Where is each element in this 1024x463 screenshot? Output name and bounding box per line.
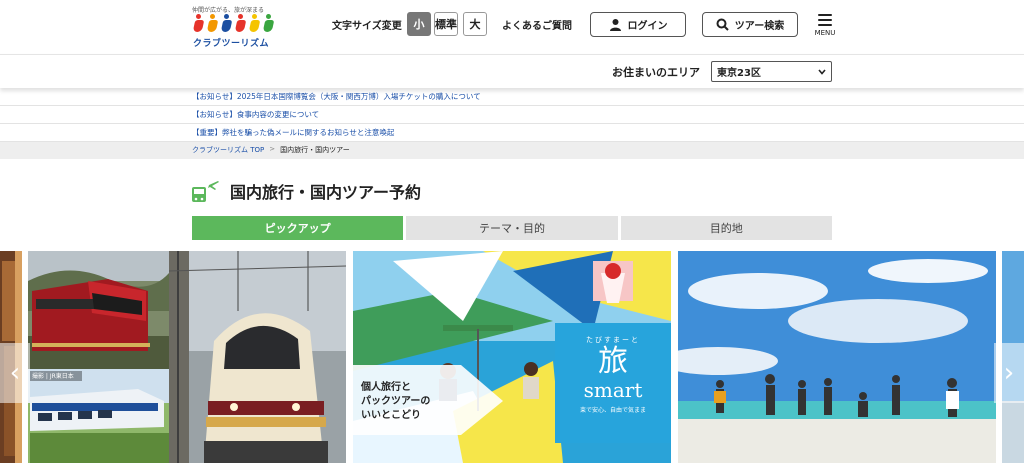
notice-item: 【重要】弊社を騙った偽メールに関するお知らせと注意喚起 [0,124,1024,142]
menu-label: MENU [814,29,836,37]
carousel-slide[interactable]: 個人旅行と パックツアーの いいとこどり たびすまーと 旅 smart 束で安心… [353,251,671,463]
slide-image [678,251,996,463]
tour-search-label: ツアー検索 [734,21,785,32]
notice-list: 【お知らせ】2025年日本国際博覧会（大阪・関西万博）入場チケットの購入について… [0,88,1024,142]
tab-destination[interactable]: 目的地 [620,216,832,240]
login-button[interactable]: ログイン [590,12,686,37]
fontsize-large-button[interactable]: 大 [463,12,487,36]
logo-name: クラブツーリズム [193,39,270,49]
breadcrumb-home-link[interactable]: クラブツーリズム TOP [192,145,264,155]
logo-figure-icon [248,14,261,34]
chevron-down-icon [818,68,826,75]
tab-theme[interactable]: テーマ・目的 [406,216,618,240]
breadcrumb: クラブツーリズム TOP > 国内旅行・国内ツアー [0,142,1024,159]
fontsize-standard-button[interactable]: 標準 [434,12,458,36]
slide-tagline-line: いいとこどり [361,410,421,421]
carousel-prev-button[interactable]: ‹ [0,343,30,403]
login-label: ログイン [627,21,668,32]
site-header: 仲間が広がる、旅が深まる クラブツーリズム 文字サイズ変更 小 標準 大 よくあ… [0,0,1024,54]
logo-figure-icon [220,14,233,34]
tour-search-button[interactable]: ツアー検索 [702,12,798,37]
site-logo[interactable]: 仲間が広がる、旅が深まる クラブツーリズム [190,5,271,49]
category-tabs: ピックアップ テーマ・目的 目的地 [192,216,832,240]
hamburger-icon [818,14,832,26]
bus-plane-icon [192,181,219,202]
area-selected-value: 東京23区 [717,68,761,79]
logo-figure-icon [192,14,205,34]
logo-figure-icon [262,14,275,34]
area-label: お住まいのエリア [612,66,700,79]
area-bar: お住まいのエリア 東京23区 [0,54,1024,88]
slide-brand-kanji: 旅 [598,344,628,379]
slide-tagline-line: パックツアーの [361,396,431,407]
breadcrumb-separator: > [269,145,276,153]
fontsize-label: 文字サイズ変更 [332,21,402,32]
logo-figure-icon [206,14,219,34]
search-icon [716,18,729,31]
tab-pickup[interactable]: ピックアップ [192,216,404,240]
menu-button[interactable]: MENU [812,12,838,40]
carousel-slide[interactable] [678,251,996,463]
page: 仲間が広がる、旅が深まる クラブツーリズム 文字サイズ変更 小 標準 大 よくあ… [0,0,1024,463]
fontsize-small-button[interactable]: 小 [407,12,431,36]
logo-figure-icon [234,14,247,34]
user-icon [609,19,621,31]
faq-link[interactable]: よくあるご質問 [502,17,572,32]
slide-brand-sub: 束で安心、自由で気まま [579,407,646,414]
carousel-next-button[interactable]: › [994,343,1024,403]
logo-figures [192,14,275,34]
slide-image [28,251,346,463]
slide-brand-latin: smart [583,378,643,402]
notice-link[interactable]: 【お知らせ】食事内容の変更について [192,109,319,120]
notice-item: 【お知らせ】食事内容の変更について [0,106,1024,124]
slide-brand-block: たびすまーと 旅 smart 束で安心、自由で気まま [561,335,665,414]
slide-tagline: 個人旅行と パックツアーの いいとこどり [361,381,430,423]
logo-tagline: 仲間が広がる、旅が深まる [192,7,265,14]
hero-carousel: 撮影 | JR東日本 個人旅行と パックツアーの いいとこどり たびすまーと 旅… [0,251,1024,463]
area-select[interactable]: 東京23区 [711,61,832,82]
page-title: 国内旅行・国内ツアー予約 [230,183,422,202]
slide-tagline-line: 個人旅行と [361,382,411,393]
slide-photo-credit: 撮影 | JR東日本 [32,373,74,380]
notice-item: 【お知らせ】2025年日本国際博覧会（大阪・関西万博）入場チケットの購入について [0,88,1024,106]
carousel-slide[interactable]: 撮影 | JR東日本 [28,251,346,463]
notice-link[interactable]: 【お知らせ】2025年日本国際博覧会（大阪・関西万博）入場チケットの購入について [192,91,481,102]
breadcrumb-current: 国内旅行・国内ツアー [280,146,350,154]
notice-link[interactable]: 【重要】弊社を騙った偽メールに関するお知らせと注意喚起 [192,127,394,138]
